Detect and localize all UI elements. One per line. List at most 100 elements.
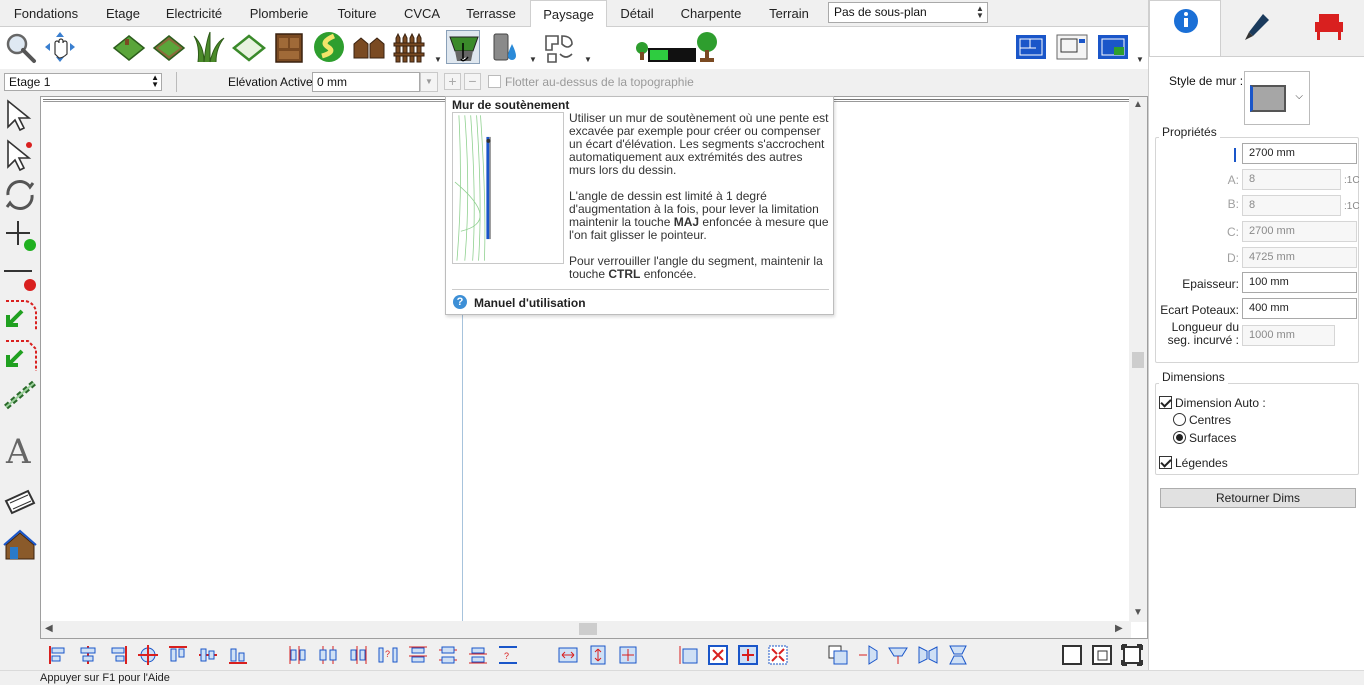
vertical-scrollbar[interactable]: ▲ ▼ [1129,97,1147,622]
curved-seg-input[interactable]: 1000 mm [1242,325,1335,346]
fillet-button[interactable] [2,297,38,333]
same-height-button[interactable] [587,644,609,666]
elevation-dropdown-button[interactable]: ▼ [420,72,438,92]
retaining-wall-button[interactable] [446,30,480,64]
tab-terrain[interactable]: Terrain [760,0,818,27]
tab-pen[interactable] [1221,0,1293,56]
chamfer-button[interactable] [2,337,38,373]
cabinet-button[interactable] [272,30,306,64]
distribute-middle-button[interactable] [437,644,459,666]
align-middle-button[interactable] [197,644,219,666]
select-button[interactable] [2,97,38,133]
scroll-left-icon[interactable]: ◀ [45,623,53,634]
distribute-right-button[interactable] [347,644,369,666]
distribute-bottom-button[interactable] [467,644,489,666]
mirror-horizontal-button[interactable] [917,644,939,666]
select-multiple-button[interactable] [2,137,38,173]
flip-top-button[interactable] [887,644,909,666]
rotate-button[interactable] [2,177,38,213]
c-input[interactable]: 2700 mm [1242,221,1357,242]
return-dims-button[interactable]: Retourner Dims [1160,488,1356,508]
align-right-button[interactable] [107,644,129,666]
tab-etage[interactable]: Etage [96,0,150,27]
zoom-button[interactable] [3,30,37,64]
scroll-up-icon[interactable]: ▲ [1133,99,1143,110]
trace-button[interactable] [2,377,38,413]
copy-button[interactable] [827,644,849,666]
same-width-button[interactable] [557,644,579,666]
plant-chooser-button[interactable] [630,30,696,64]
distribute-top-button[interactable] [407,644,429,666]
flip-left-button[interactable] [857,644,879,666]
double-frame-button[interactable] [1091,644,1113,666]
auto-dimension-checkbox[interactable] [1159,396,1172,409]
tab-toiture[interactable]: Toiture [327,0,387,27]
same-size-button[interactable] [617,644,639,666]
legends-checkbox[interactable] [1159,456,1172,469]
add-point-button[interactable] [2,217,38,253]
vertical-scroll-thumb[interactable] [1132,352,1144,368]
horizontal-scroll-thumb[interactable] [579,623,597,635]
break-line-button[interactable] [2,257,38,293]
tab-plomberie[interactable]: Plomberie [240,0,318,27]
align-left-button[interactable] [47,644,69,666]
tab-charpente[interactable]: Charpente [672,0,750,27]
resize-height-button[interactable] [677,644,699,666]
3d-house-button[interactable] [2,527,38,563]
space-vertical-button[interactable]: ? [497,644,519,666]
expand-button[interactable] [737,644,759,666]
collapse-button[interactable] [767,644,789,666]
tab-info[interactable] [1149,0,1221,56]
distribute-center-button[interactable] [317,644,339,666]
align-center-button[interactable] [77,644,99,666]
grass-button[interactable] [192,30,226,64]
wall-style-picker[interactable]: ⌵ [1244,71,1310,125]
a-input[interactable]: 8 [1242,169,1341,190]
terrain-perimeter-button[interactable] [112,30,146,64]
tab-terrasse[interactable]: Terrasse [458,0,524,27]
tab-electricite[interactable]: Electricité [158,0,230,27]
garden-pattern-button[interactable] [542,30,576,64]
frame-button[interactable] [1061,644,1083,666]
elevation-plus-button[interactable]: + [444,73,461,90]
terrain-feature-button[interactable] [152,30,186,64]
elevation-minus-button[interactable]: − [464,73,481,90]
align-both-centers-button[interactable] [137,644,159,666]
elevation-input[interactable]: 0 mm [312,72,420,92]
garden-pattern-menu-arrow-icon[interactable]: ▼ [584,55,592,64]
post-spacing-input[interactable]: 400 mm [1242,298,1357,319]
centers-radio[interactable] [1173,413,1186,426]
sprinkler-button[interactable] [488,30,522,64]
path-button[interactable] [312,30,346,64]
tab-furniture[interactable] [1293,0,1364,56]
scroll-down-icon[interactable]: ▼ [1133,607,1143,618]
tab-paysage[interactable]: Paysage [530,0,607,28]
fence-menu-arrow-icon[interactable]: ▼ [434,55,442,64]
tab-detail[interactable]: Détail [614,0,660,27]
pan-button[interactable] [43,30,77,64]
b-input[interactable]: 8 [1242,195,1341,216]
horizontal-scrollbar[interactable]: ◀ ▶ [41,621,1131,638]
d-input[interactable]: 4725 mm [1242,247,1357,268]
camera-video-button[interactable] [2,487,38,523]
float-above-topography-checkbox[interactable] [488,75,501,88]
tab-cvca[interactable]: CVCA [396,0,448,27]
mirror-vertical-button[interactable] [947,644,969,666]
space-horizontal-button[interactable]: ? [377,644,399,666]
floor-plan-view-button[interactable] [1014,30,1048,64]
layout-view-button[interactable] [1055,30,1089,64]
distribute-left-button[interactable] [287,644,309,666]
fence-button[interactable] [392,30,426,64]
view-menu-arrow-icon[interactable]: ▼ [1136,55,1144,64]
align-bottom-button[interactable] [227,644,249,666]
scroll-right-icon[interactable]: ▶ [1115,623,1123,634]
3d-view-button[interactable] [1096,30,1130,64]
subplan-select[interactable]: Pas de sous-plan ▲ ▼ [828,2,988,23]
terrain-region-button[interactable] [231,30,267,64]
thickness-input[interactable]: 100 mm [1242,272,1357,293]
align-top-button[interactable] [167,644,189,666]
text-button[interactable]: A [2,431,38,472]
wall-height-input[interactable]: 2700 mm [1242,143,1357,164]
corner-frame-button[interactable] [1121,644,1143,666]
tab-fondations[interactable]: Fondations [4,0,88,27]
